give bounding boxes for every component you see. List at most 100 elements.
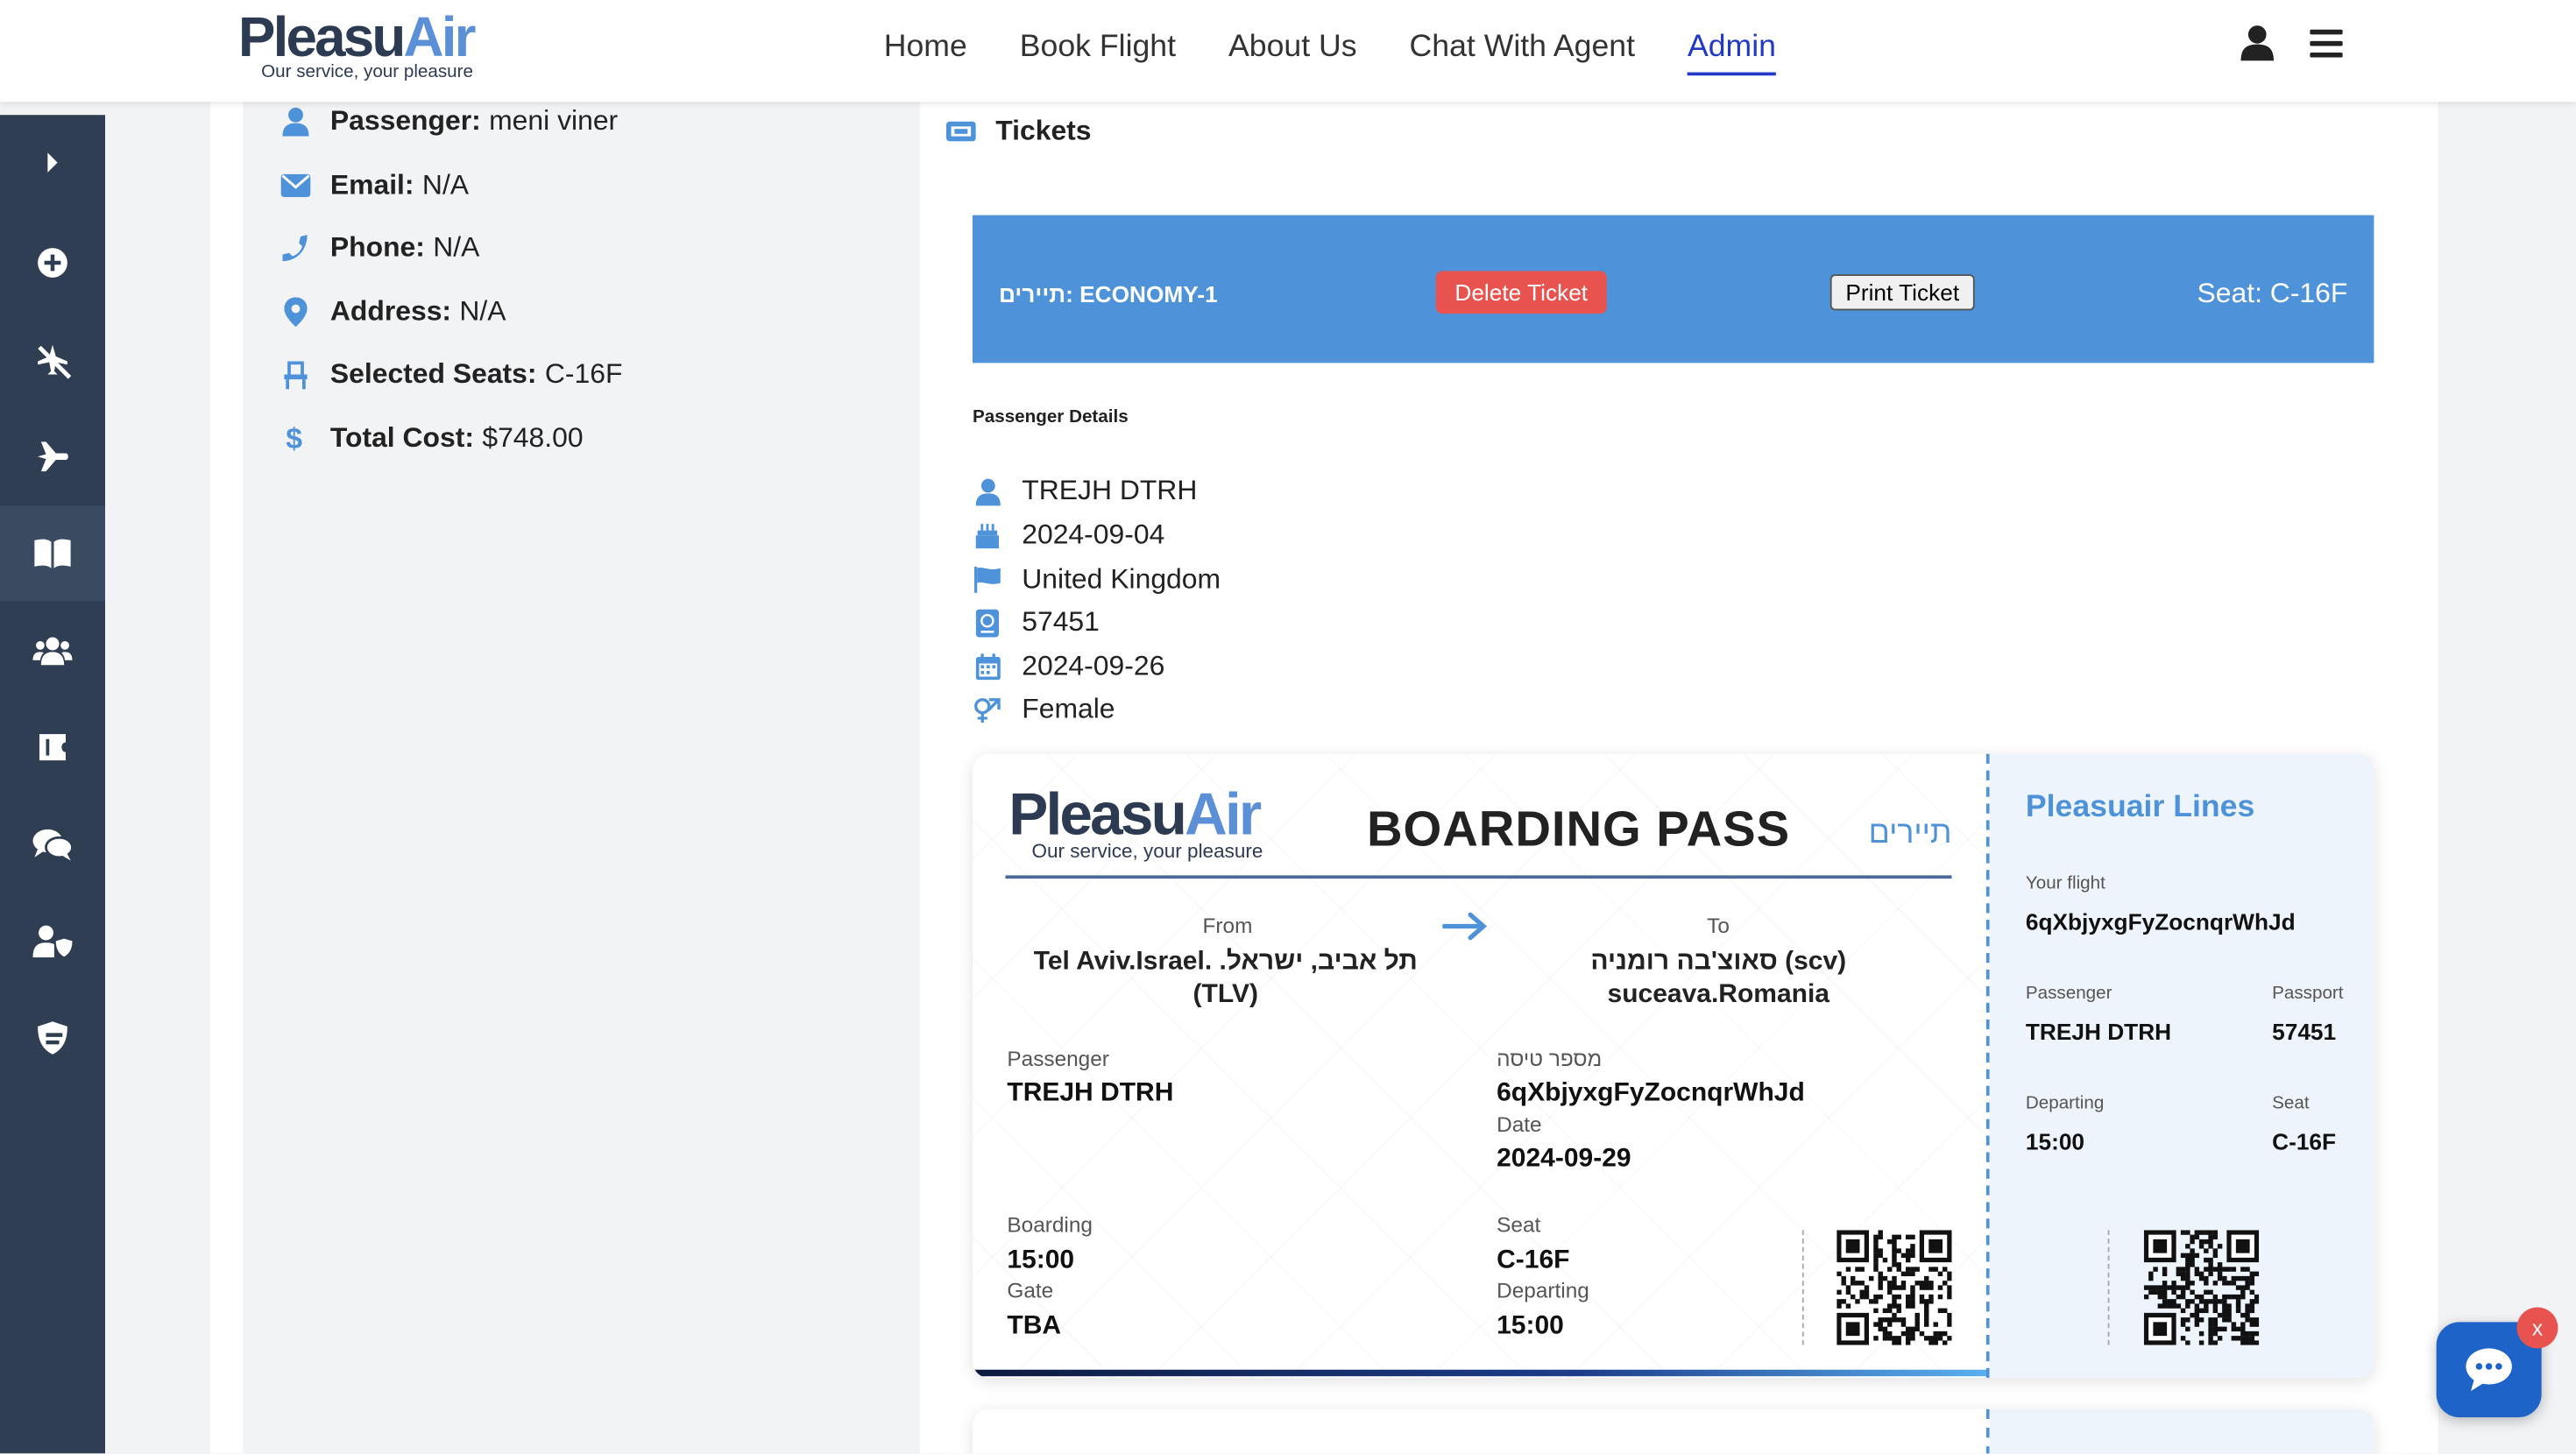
gate-value: TBA bbox=[1007, 1312, 1062, 1340]
arrow-right-icon bbox=[1442, 912, 1488, 941]
plus-circle-icon bbox=[38, 248, 67, 278]
chat-close-button[interactable]: x bbox=[2516, 1307, 2558, 1349]
nav-home[interactable]: Home bbox=[884, 30, 967, 76]
sidebar-item-bookings[interactable] bbox=[0, 505, 105, 602]
stub-seat-label: Seat bbox=[2272, 1093, 2310, 1114]
info-passenger: Passenger: meni viner bbox=[280, 105, 618, 138]
chair-icon bbox=[284, 361, 308, 390]
nav-chat-with-agent[interactable]: Chat With Agent bbox=[1410, 30, 1635, 76]
plane-icon bbox=[38, 441, 68, 472]
sidebar-item-flight-cancel[interactable] bbox=[0, 312, 105, 407]
stub-flight-value: 6qXbjyxgFyZocnqrWhJd bbox=[2025, 907, 2296, 935]
boarding-pass-accent-line bbox=[973, 1369, 1988, 1377]
sidebar-item-flights[interactable] bbox=[0, 409, 105, 505]
user-icon[interactable] bbox=[2240, 25, 2275, 61]
map-marker-icon bbox=[284, 297, 308, 328]
dollar-icon: $ bbox=[286, 424, 302, 454]
departing-value: 15:00 bbox=[1497, 1312, 1564, 1340]
info-phone: Phone: N/A bbox=[280, 231, 479, 265]
birthday-cake-icon bbox=[975, 524, 999, 549]
user-shield-icon bbox=[32, 925, 73, 958]
qr-code bbox=[1836, 1230, 1952, 1345]
stub-passport-label: Passport bbox=[2272, 984, 2344, 1004]
boarding-pass-logo: PleasuAir Our service, your pleasure bbox=[1008, 780, 1263, 863]
brand-tagline: Our service, your pleasure bbox=[261, 62, 473, 82]
stub-passport-value: 57451 bbox=[2272, 1018, 2337, 1045]
stub-passenger-value: TREJH DTRH bbox=[2025, 1018, 2172, 1045]
nav-about-us[interactable]: About Us bbox=[1228, 30, 1357, 76]
departing-label: Departing bbox=[1497, 1277, 1589, 1302]
info-total-cost: $ Total Cost: $748.00 bbox=[280, 422, 583, 455]
qr-divider bbox=[1801, 1230, 1804, 1345]
boarding-pass-stub: Pleasuair Lines Your flight 6qXbjyxgFyZo… bbox=[1989, 753, 2374, 1379]
admin-sidebar bbox=[0, 115, 105, 1454]
boarding-pass-main: PleasuAir Our service, your pleasure BOA… bbox=[973, 753, 1988, 1379]
nav-book-flight[interactable]: Book Flight bbox=[1020, 30, 1176, 76]
top-navbar: PleasuAir Our service, your pleasure Hom… bbox=[0, 0, 2576, 102]
ticket-icon bbox=[39, 734, 66, 761]
flight-number-value: 6qXbjyxgFyZocnqrWhJd bbox=[1497, 1078, 1805, 1107]
page: PleasuAir Our service, your pleasure Hom… bbox=[0, 0, 2576, 1454]
pd-country: United Kingdom bbox=[973, 563, 1221, 596]
seat-value: C-16F bbox=[1497, 1246, 1570, 1274]
tickets-heading: Tickets bbox=[946, 115, 1092, 148]
calendar-icon bbox=[974, 653, 1000, 681]
ticket-header-bar: תיירים: ECONOMY-1 Delete Ticket Print Ti… bbox=[973, 215, 2374, 364]
pd-birth-date: 2024-09-04 bbox=[973, 519, 1164, 553]
stub-seat-value: C-16F bbox=[2272, 1128, 2337, 1155]
chat-bubble-icon bbox=[2466, 1348, 2512, 1392]
user-icon bbox=[282, 107, 309, 137]
gate-label: Gate bbox=[1007, 1277, 1054, 1302]
from-label: From bbox=[1202, 913, 1253, 938]
venus-mars-icon bbox=[974, 697, 1001, 723]
stub-departing-value: 15:00 bbox=[2025, 1128, 2085, 1155]
nav-admin[interactable]: Admin bbox=[1687, 30, 1776, 76]
envelope-icon bbox=[280, 173, 311, 197]
main-nav: Home Book Flight About Us Chat With Agen… bbox=[884, 30, 1776, 76]
plane-slash-icon bbox=[38, 344, 72, 379]
sidebar-item-security[interactable] bbox=[0, 991, 105, 1086]
svg-text:$: $ bbox=[286, 424, 302, 454]
info-email: Email: N/A bbox=[280, 169, 469, 202]
sidebar-item-user-permissions[interactable] bbox=[0, 893, 105, 989]
boarding-pass-class: תיירים bbox=[1868, 815, 1952, 851]
flight-number-label: מספר טיסה bbox=[1497, 1046, 1603, 1071]
stub-qr-code bbox=[2143, 1230, 2260, 1345]
to-label: To bbox=[1707, 913, 1730, 938]
seat-label: Seat bbox=[1497, 1211, 1541, 1237]
passport-icon bbox=[975, 608, 999, 637]
stub-title: Pleasuair Lines bbox=[2025, 789, 2255, 825]
stub-passenger-label: Passenger bbox=[2025, 984, 2112, 1004]
boarding-pass: PleasuAir Our service, your pleasure BOA… bbox=[973, 753, 2374, 1379]
phone-icon bbox=[282, 235, 308, 262]
pd-name: TREJH DTRH bbox=[973, 475, 1197, 508]
sidebar-item-tickets[interactable] bbox=[0, 700, 105, 795]
book-open-icon bbox=[34, 539, 71, 568]
boarding-pass-stub bbox=[1989, 1408, 2374, 1454]
sidebar-expand-toggle[interactable] bbox=[0, 115, 105, 210]
brand-logo[interactable]: PleasuAir Our service, your pleasure bbox=[238, 10, 477, 82]
header-divider bbox=[1005, 875, 1952, 879]
print-ticket-button[interactable]: Print Ticket bbox=[1829, 274, 1975, 311]
users-icon bbox=[32, 637, 73, 666]
stub-qr-divider bbox=[2107, 1230, 2110, 1345]
delete-ticket-button[interactable]: Delete Ticket bbox=[1435, 271, 1607, 314]
stub-departing-label: Departing bbox=[2025, 1093, 2105, 1114]
sidebar-item-users[interactable] bbox=[0, 603, 105, 698]
user-icon bbox=[974, 477, 1000, 505]
boarding-pass-next bbox=[973, 1408, 2374, 1454]
sidebar-item-add[interactable] bbox=[0, 215, 105, 311]
stub-flight-label: Your flight bbox=[2025, 873, 2105, 894]
caret-right-icon bbox=[47, 152, 58, 173]
flag-icon bbox=[973, 566, 1001, 593]
date-label: Date bbox=[1497, 1112, 1542, 1137]
menu-icon[interactable] bbox=[2310, 28, 2343, 58]
pd-passport: 57451 bbox=[973, 606, 1100, 639]
pd-gender: Female bbox=[973, 693, 1115, 726]
boarding-label: Boarding bbox=[1007, 1211, 1093, 1237]
ticket-seat-label: Seat: C-16F bbox=[2197, 277, 2348, 309]
info-selected-seats: Selected Seats: C-16F bbox=[280, 358, 622, 392]
to-city: סאוצ'בה רומניה (scv) suceava.Romania bbox=[1590, 947, 1847, 1009]
date-value: 2024-09-29 bbox=[1497, 1144, 1631, 1173]
sidebar-item-chats[interactable] bbox=[0, 796, 105, 892]
